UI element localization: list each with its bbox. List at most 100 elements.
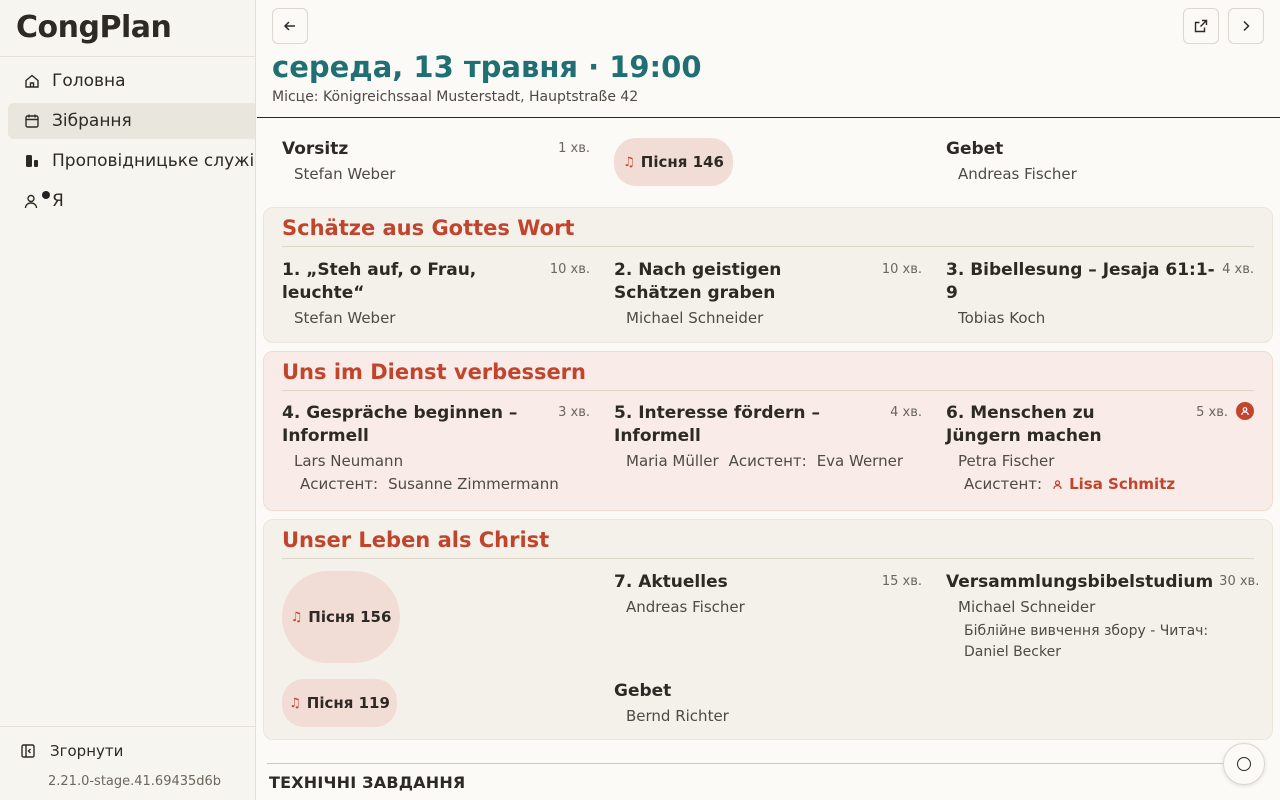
open-external-button[interactable]: [1183, 8, 1219, 44]
back-button[interactable]: [272, 8, 308, 44]
part-title: 5. Interesse fördern – Informell: [614, 403, 820, 446]
part-title: Versammlungsbibelstudium: [946, 572, 1214, 592]
sidebar-item-label: Зібрання: [52, 111, 132, 131]
part-title: Gebet: [614, 681, 672, 701]
music-note-icon: ♫: [289, 695, 301, 711]
assistant-alert-icon[interactable]: [1236, 402, 1254, 420]
sidebar-divider: [0, 56, 255, 57]
part-title: Vorsitz: [282, 139, 349, 159]
section-living: Unser Leben als Christ ♫ Пісня 156 7. Ak…: [263, 519, 1273, 740]
program-part[interactable]: 6. Menschen zu Jüngern machen 5 хв. Petr…: [946, 402, 1254, 493]
meeting-detail: середа, 13 травня · 19:00 Місце: Königre…: [257, 0, 1280, 800]
part-duration: 1 хв.: [558, 141, 590, 156]
opening-song-chip[interactable]: ♫ Пісня 146: [614, 138, 733, 186]
assignee-name: Bernd Richter: [626, 707, 729, 725]
assignee-row: Maria Müller Асистент: Eva Werner: [626, 452, 922, 470]
sidebar-item-home[interactable]: Головна: [8, 63, 255, 99]
assistant-row: Асистент: Lisa Schmitz: [964, 475, 1254, 493]
assistant-name: Lisa Schmitz: [1069, 475, 1176, 493]
reader-note: Біблійне вивчення збору - Читач: Daniel …: [964, 623, 1209, 660]
music-note-icon: ♫: [623, 154, 635, 170]
assistant-name: Susanne Zimmermann: [388, 475, 559, 493]
sidebar-item-meetings[interactable]: Зібрання: [8, 103, 255, 139]
sidebar-nav: Головна Зібрання Проповідницьке служіння…: [8, 63, 255, 223]
program-part[interactable]: 2. Nach geistigen Schätzen graben 10 хв.…: [614, 259, 922, 327]
assignee-name: Michael Schneider: [626, 309, 764, 327]
part-duration: 3 хв.: [558, 405, 590, 420]
part-title: 4. Gespräche beginnen – Informell: [282, 403, 518, 446]
section-divider: [282, 558, 1254, 559]
section-divider: [282, 390, 1254, 391]
sidebar-item-me[interactable]: Я: [8, 183, 255, 219]
tech-divider: [267, 763, 1230, 764]
song-label: Пісня 146: [640, 153, 724, 171]
meeting-location: Місце: Königreichssaal Musterstadt, Haup…: [272, 89, 639, 105]
tech-tasks-heading: ТЕХНІЧНІ ЗАВДАННЯ: [269, 773, 466, 792]
sidebar-divider: [0, 726, 255, 727]
program-part[interactable]: Versammlungsbibelstudium 30 хв. Michael …: [946, 571, 1259, 663]
assignee-name: Lars Neumann: [294, 452, 404, 470]
part-duration: 5 хв.: [1196, 405, 1228, 420]
program-part[interactable]: 5. Interesse fördern – Informell 4 хв. M…: [614, 402, 922, 470]
next-button[interactable]: [1228, 8, 1264, 44]
part-title: 3. Bibellesung – Jesaja 61:1-9: [946, 260, 1215, 303]
closing-prayer-part[interactable]: Gebet Bernd Richter: [614, 680, 922, 725]
notification-dot: [42, 191, 50, 199]
chevron-right-icon: [1243, 20, 1250, 32]
part-title: 2. Nach geistigen Schätzen graben: [614, 260, 782, 303]
sidebar-item-ministry[interactable]: Проповідницьке служіння: [8, 143, 255, 179]
assignee-name: Maria Müller: [626, 452, 719, 470]
program-part[interactable]: 4. Gespräche beginnen – Informell 3 хв. …: [282, 402, 590, 493]
section-title: Schätze aus Gottes Wort: [282, 216, 575, 240]
chairman-part[interactable]: Vorsitz 1 хв. Stefan Weber: [282, 138, 590, 183]
part-duration: 10 хв.: [881, 262, 922, 277]
assignee-name: Petra Fischer: [958, 452, 1055, 470]
assistant-name: Eva Werner: [816, 452, 903, 470]
floating-action-button[interactable]: [1223, 743, 1265, 785]
assistant-label: Асистент:: [964, 475, 1043, 493]
circle-icon: [1237, 757, 1251, 771]
calendar-icon: [24, 113, 40, 129]
opening-prayer-part[interactable]: Gebet Andreas Fischer: [946, 138, 1254, 183]
assignee-name: Michael Schneider: [958, 598, 1096, 616]
part-title: Gebet: [946, 139, 1004, 159]
assistant-row: Асистент: Susanne Zimmermann: [300, 475, 590, 493]
collapse-label: Згорнути: [50, 742, 124, 760]
assistant-label: Асистент:: [728, 452, 807, 470]
part-duration: 10 хв.: [549, 262, 590, 277]
part-duration: 30 хв.: [1219, 574, 1260, 589]
user-icon: [24, 193, 40, 209]
external-link-icon: [1194, 19, 1208, 33]
program-part[interactable]: 1. „Steh auf, o Frau, leuchte“ 10 хв. St…: [282, 259, 590, 327]
app-version: 2.21.0-stage.41.69435d6b: [48, 774, 222, 789]
collapse-sidebar-button[interactable]: Згорнути: [20, 742, 123, 760]
section-ministry: Uns im Dienst verbessern 4. Gespräche be…: [263, 351, 1273, 511]
app-logo[interactable]: CongPlan: [16, 10, 172, 45]
section-treasures: Schätze aus Gottes Wort 1. „Steh auf, o …: [263, 207, 1273, 343]
part-duration: 4 хв.: [890, 405, 922, 420]
part-title: 7. Aktuelles: [614, 572, 728, 592]
page-title: середа, 13 травня · 19:00: [272, 50, 702, 84]
sidebar-collapse-icon: [20, 743, 36, 759]
closing-song-chip[interactable]: ♫ Пісня 119: [282, 679, 397, 727]
program-part[interactable]: 7. Aktuelles 15 хв. Andreas Fischer: [614, 571, 922, 616]
assistant-label: Асистент:: [300, 475, 379, 493]
middle-song-chip[interactable]: ♫ Пісня 156: [282, 571, 400, 663]
home-icon: [24, 73, 40, 89]
user-icon: [1053, 479, 1062, 489]
assignee-name: Tobias Koch: [958, 309, 1046, 327]
music-note-icon: ♫: [290, 609, 303, 625]
part-title: 6. Menschen zu Jüngern machen: [946, 403, 1102, 446]
ministry-icon: [24, 153, 40, 169]
part-duration: 4 хв.: [1222, 262, 1254, 277]
program-part[interactable]: 3. Bibellesung – Jesaja 61:1-9 4 хв. Tob…: [946, 259, 1254, 327]
sidebar: CongPlan Головна Зібрання Проповідницьке…: [0, 0, 256, 800]
assignee-name: Stefan Weber: [294, 309, 396, 327]
assignee-name: Andreas Fischer: [626, 598, 745, 616]
assistant-highlight[interactable]: Lisa Schmitz: [1052, 475, 1175, 493]
assignee-name: Andreas Fischer: [958, 165, 1077, 183]
sidebar-item-label: Проповідницьке служіння: [52, 151, 255, 171]
part-title: 1. „Steh auf, o Frau, leuchte“: [282, 260, 477, 303]
sidebar-item-label: Головна: [52, 71, 126, 91]
header-divider: [257, 117, 1280, 118]
